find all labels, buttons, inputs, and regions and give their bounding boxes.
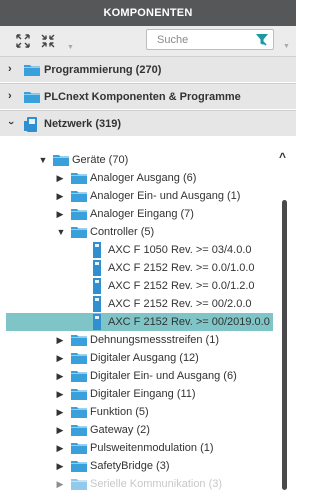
tree-node-label: SafetyBridge (3) — [90, 460, 170, 472]
tree-node-label: AXC F 2152 Rev. >= 0.0/1.0.0 — [108, 262, 255, 274]
chevron-right-icon: ▶ — [56, 209, 64, 219]
toolbar-menu-caret-icon[interactable]: ▼ — [67, 44, 74, 51]
tree-node-device[interactable]: AXC F 2152 Rev. >= 0.0/1.2.0 — [0, 277, 280, 295]
search-box — [146, 29, 274, 50]
tree-node-device-selected[interactable]: AXC F 2152 Rev. >= 00/2019.0.0 — [6, 313, 273, 331]
tree-node-label: Digitaler Ein- und Ausgang (6) — [90, 370, 237, 382]
expand-arrows-icon[interactable] — [15, 33, 31, 49]
tree-node-label: Digitaler Eingang (11) — [90, 388, 196, 400]
section-label: PLCnext Komponenten & Programme — [44, 91, 241, 103]
collapse-arrows-icon[interactable] — [40, 33, 56, 49]
tree-node-device[interactable]: AXC F 1050 Rev. >= 03/4.0.0 — [0, 241, 280, 259]
tree-node-label: Funktion (5) — [90, 406, 149, 418]
tree-node-controller[interactable]: ▼ Controller (5) — [0, 223, 280, 241]
tree-node-folder[interactable]: ▶ Pulsweitenmodulation (1) — [0, 439, 280, 457]
chevron-right-icon: ▶ — [56, 425, 64, 435]
chevron-right-icon: ▶ — [56, 461, 64, 471]
tree-node-device[interactable]: AXC F 2152 Rev. >= 0.0/1.0.0 — [0, 259, 280, 277]
tree-node-folder[interactable]: ▶ Serielle Kommunikation (3) — [0, 475, 280, 493]
section-label: Programmierung (270) — [44, 64, 162, 76]
component-tree: ▼ Geräte (70) ▶ Analoger Ausgang (6) ▶ A… — [0, 150, 296, 496]
tree-node-label: AXC F 2152 Rev. >= 0.0/1.2.0 — [108, 280, 255, 292]
chevron-right-icon: ▶ — [56, 443, 64, 453]
tree-node-folder[interactable]: ▶ Funktion (5) — [0, 403, 280, 421]
section-label: Netzwerk (319) — [44, 118, 122, 130]
tree-node-folder[interactable]: ▶ Digitaler Eingang (11) — [0, 385, 280, 403]
chevron-right-icon: ▶ — [56, 407, 64, 417]
chevron-right-icon: ▶ — [56, 389, 64, 399]
chevron-right-icon: › — [8, 63, 12, 75]
tree-node-label: Gateway (2) — [90, 424, 150, 436]
tree-node-label: Digitaler Ausgang (12) — [90, 352, 199, 364]
tree-node-label: Analoger Ausgang (6) — [90, 172, 197, 184]
section-programmierung[interactable]: › Programmierung (270) — [0, 56, 296, 82]
tree-node-label: Analoger Eingang (7) — [90, 208, 194, 220]
chevron-down-icon: › — [4, 121, 17, 125]
scrollbar[interactable] — [282, 200, 287, 490]
tree-node-folder[interactable]: ▶ Analoger Ausgang (6) — [0, 169, 280, 187]
folder-icon — [24, 90, 40, 106]
chevron-right-icon: ▶ — [56, 173, 64, 183]
tree-node-folder[interactable]: ▶ Analoger Eingang (7) — [0, 205, 280, 223]
tree-node-label: Controller (5) — [90, 226, 155, 238]
tree-node-label: Dehnungsmessstreifen (1) — [90, 334, 220, 346]
tree-node-label: Geräte (70) — [72, 154, 129, 166]
chevron-down-icon: ▼ — [38, 155, 48, 165]
folder-icon — [71, 477, 87, 496]
chevron-right-icon: ▶ — [56, 335, 64, 345]
section-netzwerk[interactable]: › Netzwerk (319) — [0, 110, 296, 136]
search-menu-caret-icon[interactable]: ▼ — [283, 43, 290, 50]
tree-node-folder[interactable]: ▶ Gateway (2) — [0, 421, 280, 439]
tree-node-folder[interactable]: ▶ Dehnungsmessstreifen (1) — [0, 331, 280, 349]
section-plcnext-komponenten[interactable]: › PLCnext Komponenten & Programme — [0, 83, 296, 109]
chevron-right-icon: ▶ — [56, 371, 64, 381]
network-icon — [24, 117, 40, 136]
chevron-down-icon: ▼ — [56, 227, 66, 237]
chevron-right-icon: ▶ — [56, 353, 64, 363]
tree-node-device[interactable]: AXC F 2152 Rev. >= 00/2.0.0 — [0, 295, 280, 313]
tree-node-label: AXC F 2152 Rev. >= 00/2.0.0 — [108, 298, 252, 310]
scroll-up-icon[interactable]: ^ — [279, 150, 286, 164]
tree-node-label: Pulsweitenmodulation (1) — [90, 442, 214, 454]
search-input[interactable] — [147, 30, 247, 49]
tree-node-label: AXC F 2152 Rev. >= 00/2019.0.0 — [108, 316, 270, 328]
chevron-right-icon: ▶ — [56, 191, 64, 201]
tree-node-folder[interactable]: ▶ Digitaler Ein- und Ausgang (6) — [0, 367, 280, 385]
tree-node-geraete[interactable]: ▼ Geräte (70) — [0, 151, 280, 169]
chevron-right-icon: ▶ — [56, 479, 64, 489]
tree-node-label: Analoger Ein- und Ausgang (1) — [90, 190, 241, 202]
tree-node-label: AXC F 1050 Rev. >= 03/4.0.0 — [108, 244, 252, 256]
chevron-right-icon: › — [8, 90, 12, 102]
tree-node-folder[interactable]: ▶ SafetyBridge (3) — [0, 457, 280, 475]
tree-node-folder[interactable]: ▶ Analoger Ein- und Ausgang (1) — [0, 187, 280, 205]
filter-icon[interactable] — [255, 33, 269, 47]
tree-node-folder[interactable]: ▶ Digitaler Ausgang (12) — [0, 349, 280, 367]
folder-icon — [24, 63, 40, 79]
tree-node-label: Serielle Kommunikation (3) — [90, 478, 223, 490]
panel-title: KOMPONENTEN — [0, 0, 296, 26]
